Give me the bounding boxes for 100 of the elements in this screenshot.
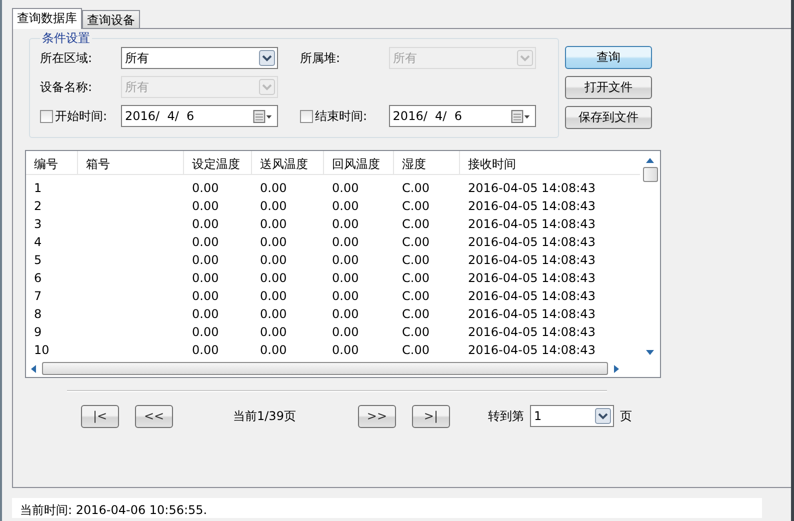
table-cell-text: 0.00 (331, 270, 360, 287)
status-bar: 当前时间: 2016-04-06 10:56:55. (12, 498, 762, 518)
scroll-down-icon[interactable] (645, 350, 655, 356)
page-dropdown[interactable]: 1 (530, 405, 614, 427)
goto-label: 转到第 (488, 408, 524, 424)
table-cell-text: 0.00 (331, 180, 360, 197)
table-cell-text: 0.00 (259, 342, 288, 359)
table-cell-text: 2016-04-05 14:08:43 (467, 180, 596, 197)
table-cell-text: 10 (33, 342, 50, 359)
table-cell-text: 0.00 (191, 288, 220, 305)
scroll-left-icon[interactable] (30, 364, 36, 374)
tab[interactable]: 查询数据库 (12, 8, 82, 29)
scroll-thumb[interactable] (642, 167, 658, 182)
previous-page-button[interactable]: << (135, 404, 173, 428)
table-cell-text: C.00 (401, 342, 430, 359)
field-label: 所属堆: (300, 50, 342, 66)
table-cell-text: 3 (33, 216, 43, 233)
table-cell-text: 2016-04-05 14:08:43 (467, 198, 596, 215)
checkbox-label: 开始时间: (55, 108, 108, 124)
first-page-button[interactable]: |< (81, 404, 119, 428)
table-cell-text: 0.00 (191, 252, 220, 269)
table-cell-text: 2016-04-05 14:08:43 (467, 324, 596, 341)
column-header[interactable]: 送风温度 (252, 151, 324, 174)
table-cell-text: 0.00 (331, 324, 360, 341)
table-cell-text: C.00 (401, 288, 430, 305)
table-cell-text: 0.00 (259, 180, 288, 197)
button[interactable]: 查询 (565, 46, 652, 69)
table-cell-text: 2016-04-05 14:08:43 (467, 252, 596, 269)
table-cell-text: C.00 (401, 306, 430, 323)
table-cell-text: 0.00 (259, 324, 288, 341)
table-cell-text: 0.00 (331, 198, 360, 215)
table-cell-text: 6 (33, 270, 43, 287)
table-cell-text: 0.00 (191, 342, 220, 359)
table-cell-text: 9 (33, 324, 43, 341)
dropdown[interactable]: 所有 (121, 47, 278, 69)
table-cell-text: 0.00 (191, 324, 220, 341)
table-cell-text: 0.00 (259, 252, 288, 269)
table-cell-text: C.00 (401, 270, 430, 287)
column-header[interactable]: 湿度 (394, 151, 460, 174)
table-cell-text: 0.00 (191, 306, 220, 323)
field-label: 设备名称: (40, 78, 94, 96)
table-cell-text: 2 (33, 198, 43, 215)
page-indicator: 当前1/39页 (233, 408, 296, 424)
table-cell-text: C.00 (401, 252, 430, 269)
field-label: 所在区域: (40, 50, 94, 66)
table-cell-text: 0.00 (191, 270, 220, 287)
table-cell-text: 2016-04-05 14:08:43 (467, 216, 596, 233)
table-cell-text: 0.00 (191, 216, 220, 233)
table-cell-text: 0.00 (259, 306, 288, 323)
date-picker[interactable]: 2016/ 4/ 6 (388, 105, 536, 127)
table-cell-text: 2016-04-05 14:08:43 (467, 306, 596, 323)
table-cell-text: 0.00 (259, 198, 288, 215)
checkbox[interactable] (40, 110, 53, 122)
table-cell-text: C.00 (401, 234, 430, 251)
table-cell-text: C.00 (401, 216, 430, 233)
table-cell-text: C.00 (401, 180, 430, 197)
next-page-button[interactable]: >> (358, 404, 396, 428)
calendar-icon[interactable] (253, 110, 273, 122)
table-cell-text: 0.00 (259, 234, 288, 251)
table-cell-text: 0.00 (331, 234, 360, 251)
table-cell-text: 0.00 (331, 306, 360, 323)
table-cell-text: C.00 (401, 324, 430, 341)
table-cell-text: 5 (33, 252, 43, 269)
table-cell-text: 0.00 (259, 288, 288, 305)
button[interactable]: 打开文件 (565, 76, 652, 99)
page-suffix: 页 (620, 408, 632, 424)
column-header[interactable]: 接收时间 (460, 151, 640, 174)
button[interactable]: 保存到文件 (565, 106, 652, 129)
table-cell-text: 0.00 (331, 342, 360, 359)
column-header[interactable]: 设定温度 (184, 151, 252, 174)
table-cell-text: 4 (33, 234, 43, 251)
group-title: 条件设置 (41, 30, 91, 47)
table-cell-text: 0.00 (191, 180, 220, 197)
checkbox[interactable] (300, 110, 313, 122)
table-cell-text: 0.00 (331, 216, 360, 233)
column-header[interactable]: 箱号 (78, 151, 184, 174)
table-cell-text: 2016-04-05 14:08:43 (467, 234, 596, 251)
column-header[interactable]: 回风温度 (324, 151, 394, 174)
table-cell-text: C.00 (401, 198, 430, 215)
checkbox-label: 结束时间: (315, 108, 368, 124)
table-cell-text: 0.00 (331, 288, 360, 305)
table-cell-text: 2016-04-05 14:08:43 (467, 270, 596, 287)
calendar-icon[interactable] (511, 110, 531, 122)
tab[interactable]: 查询设备 (82, 10, 140, 28)
table-cell-text: 0.00 (331, 252, 360, 269)
table-cell-text: 8 (33, 306, 43, 323)
scroll-up-icon[interactable] (645, 157, 655, 163)
scroll-right-icon[interactable] (614, 364, 620, 374)
column-header[interactable]: 编号 (26, 151, 78, 174)
table-cell-text: 0.00 (259, 270, 288, 287)
table-cell-text: 0.00 (259, 216, 288, 233)
table-cell-text: 0.00 (191, 198, 220, 215)
table-cell-text: 2016-04-05 14:08:43 (467, 342, 596, 359)
table-cell-text: 2016-04-05 14:08:43 (467, 288, 596, 305)
last-page-button[interactable]: >| (412, 404, 450, 428)
table-cell-text: 7 (33, 288, 43, 305)
scroll-thumb[interactable] (42, 362, 608, 375)
table-cell-text: 1 (33, 180, 43, 197)
table-cell-text: 0.00 (191, 234, 220, 251)
date-picker[interactable]: 2016/ 4/ 6 (121, 105, 278, 127)
